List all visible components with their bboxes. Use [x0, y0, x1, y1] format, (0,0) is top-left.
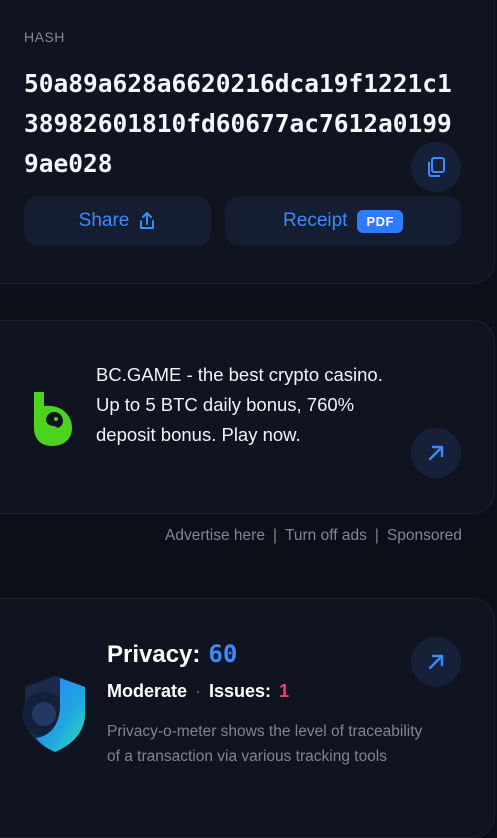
bc-game-logo — [30, 390, 74, 451]
ad-links: Advertise here | Turn off ads | Sponsored — [165, 527, 462, 545]
receipt-label: Receipt — [283, 210, 348, 231]
turn-off-ads-link[interactable]: Turn off ads — [285, 527, 367, 544]
privacy-score: 60 — [208, 640, 238, 668]
sponsored-link[interactable]: Sponsored — [387, 527, 462, 544]
ad-open-button[interactable] — [411, 428, 461, 478]
meta-separator: · — [195, 681, 202, 701]
advertise-here-link[interactable]: Advertise here — [165, 527, 265, 544]
hash-value[interactable]: 50a89a628a6620216dca19f1221c138982601810… — [24, 64, 464, 184]
privacy-title: Privacy: 60 — [107, 640, 237, 669]
share-label: Share — [78, 210, 130, 231]
share-button[interactable]: Share — [24, 196, 211, 246]
separator: | — [374, 527, 379, 544]
arrow-up-right-icon — [428, 654, 444, 670]
hash-label: HASH — [24, 29, 65, 45]
privacy-description: Privacy-o-meter shows the level of trace… — [107, 723, 423, 765]
privacy-meta: Moderate · Issues: 1 — [107, 681, 289, 702]
pdf-badge: PDF — [357, 209, 403, 233]
copy-button[interactable] — [411, 142, 461, 192]
privacy-open-button[interactable] — [411, 637, 461, 687]
ad-text[interactable]: BC.GAME - the best crypto casino. Up to … — [96, 360, 396, 450]
privacy-label: Privacy: — [107, 641, 201, 668]
share-icon — [138, 211, 156, 231]
issues-count: 1 — [279, 681, 290, 701]
copy-icon — [428, 157, 445, 177]
privacy-level: Moderate — [107, 681, 188, 701]
shield-icon — [22, 674, 88, 759]
separator: | — [272, 527, 277, 544]
arrow-up-right-icon — [428, 445, 444, 461]
receipt-button[interactable]: Receipt PDF — [225, 196, 461, 246]
issues-label: Issues: — [209, 681, 272, 701]
